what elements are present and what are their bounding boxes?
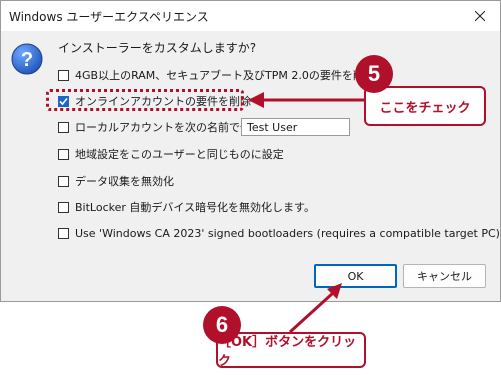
arrow-step5-head: [248, 92, 264, 108]
annotation-arrows: [248, 92, 364, 334]
callout-step5: ここをチェック: [364, 86, 486, 126]
callout-step6-text: ［OK］ボタンをクリック: [218, 335, 357, 369]
arrow-step6: [288, 291, 335, 334]
callout-step6: ［OK］ボタンをクリック: [216, 332, 366, 369]
step5-badge: 5: [355, 55, 393, 93]
callout-step5-text: ここをチェック: [379, 100, 471, 116]
step6-badge: 6: [203, 306, 241, 344]
